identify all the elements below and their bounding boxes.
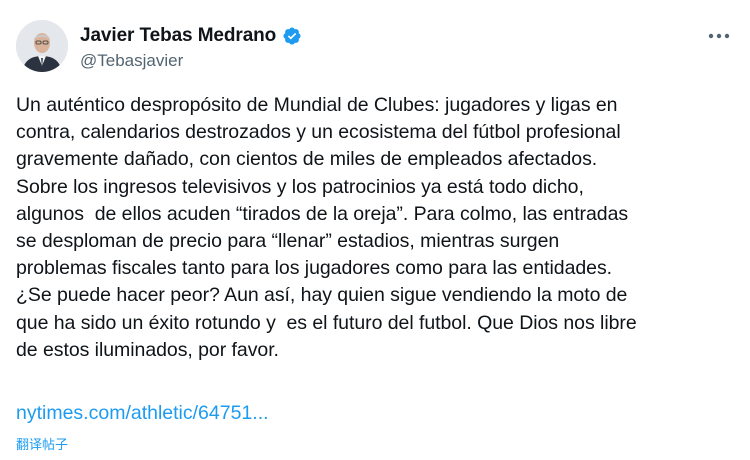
tweet-text: Un auténtico despropósito de Mundial de … (16, 92, 736, 364)
more-options-icon[interactable] (704, 24, 734, 48)
avatar[interactable] (16, 20, 68, 72)
translate-post-button[interactable]: 翻译帖子 (16, 434, 68, 453)
tweet-text-line: Sobre los ingresos televisivos y los pat… (16, 175, 584, 198)
tweet-text-line: contra, calendarios destrozados y un eco… (16, 121, 621, 144)
tweet-text-line: algunos de ellos acuden “tirados de la o… (16, 202, 629, 225)
tweet-text-line: ¿Se puede hacer peor? Aun así, hay quien… (16, 284, 628, 307)
author-handle[interactable]: @Tebasjavier (80, 51, 302, 71)
tweet-text-line: gravemente dañado, con cientos de miles … (16, 148, 598, 171)
tweet-header: Javier Tebas Medrano @Tebasjavier (16, 20, 734, 76)
avatar-image (16, 20, 68, 72)
author-names: Javier Tebas Medrano @Tebasjavier (80, 24, 302, 71)
tweet-text-line: problemas fiscales tanto para los jugado… (16, 257, 613, 280)
verified-badge-icon (282, 26, 302, 46)
name-row: Javier Tebas Medrano (80, 24, 302, 48)
tweet-text-line: que ha sido un éxito rotundo y es el fut… (16, 311, 637, 334)
author-display-name[interactable]: Javier Tebas Medrano (80, 25, 276, 47)
tweet-text-line: se desploman de precio para “llenar” est… (16, 230, 560, 253)
tweet-text-line: de estos iluminados, por favor. (16, 338, 279, 361)
article-link[interactable]: nytimes.com/athletic/64751... (16, 402, 269, 425)
tweet-text-line: Un auténtico despropósito de Mundial de … (16, 94, 618, 116)
